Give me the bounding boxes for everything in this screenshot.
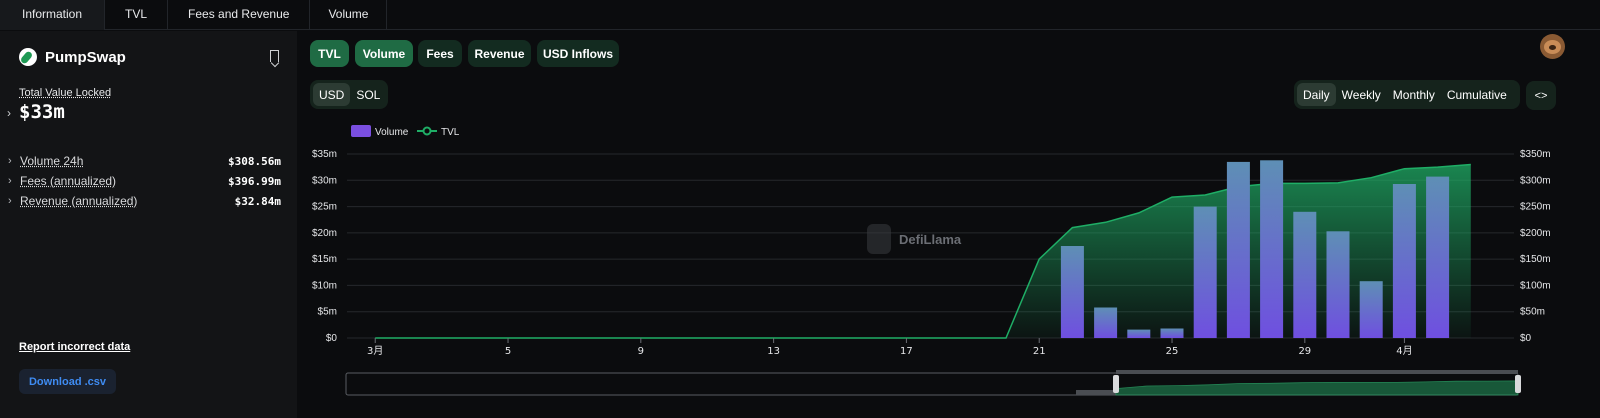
x-tick-label: 21 bbox=[1033, 346, 1046, 357]
x-tick-label: 5 bbox=[505, 346, 511, 357]
grouping-daily[interactable]: Daily bbox=[1297, 83, 1336, 106]
tab-information[interactable]: Information bbox=[0, 0, 106, 30]
zoom-outside-strip bbox=[1076, 390, 1116, 395]
defillama-watermark: DefiLlama bbox=[867, 224, 962, 254]
right-tick-label: $200m bbox=[1520, 228, 1551, 239]
x-axis: 3月 5 9 13 17 21 25 29 4月 bbox=[367, 338, 1413, 357]
right-tick-label: $300m bbox=[1520, 175, 1551, 186]
download-csv-button[interactable]: Download .csv bbox=[19, 369, 116, 394]
volume-bar bbox=[1392, 184, 1416, 338]
metric-label: Volume 24h bbox=[20, 154, 84, 168]
chevron-right-icon: › bbox=[8, 195, 12, 207]
volume-bar bbox=[1193, 206, 1217, 338]
left-tick-label: $15m bbox=[312, 254, 337, 265]
volume-bar bbox=[1226, 161, 1250, 338]
right-tick-label: $150m bbox=[1520, 254, 1551, 265]
x-tick-label: 4月 bbox=[1396, 345, 1412, 357]
tvl-value: $33m bbox=[19, 101, 65, 123]
metric-value: $308.56m bbox=[228, 154, 281, 168]
top-tab-bar: Information TVL Fees and Revenue Volume bbox=[0, 0, 1600, 30]
right-tick-label: $0 bbox=[1520, 333, 1532, 344]
llama-logo-icon bbox=[867, 224, 891, 254]
tab-volume[interactable]: Volume bbox=[310, 0, 388, 30]
legend-tvl-label: TVL bbox=[441, 127, 460, 138]
left-tick-label: $10m bbox=[312, 280, 337, 291]
metric-label: Fees (annualized) bbox=[20, 174, 117, 188]
tab-tvl[interactable]: TVL bbox=[105, 0, 169, 30]
zoom-window-bar bbox=[1116, 370, 1518, 374]
x-tick-label: 25 bbox=[1166, 346, 1179, 357]
metric-volume-24h[interactable]: › Volume 24h $308.56m bbox=[8, 152, 281, 170]
toggle-tvl[interactable]: TVL bbox=[310, 40, 349, 67]
report-incorrect-data-link[interactable]: Report incorrect data bbox=[19, 341, 130, 353]
left-tick-label: $25m bbox=[312, 202, 337, 213]
user-avatar[interactable] bbox=[1540, 34, 1565, 59]
legend-volume-label: Volume bbox=[375, 127, 409, 138]
x-tick-label: 3月 bbox=[367, 345, 383, 357]
grouping-cumulative[interactable]: Cumulative bbox=[1441, 83, 1513, 106]
x-tick-label: 13 bbox=[767, 346, 780, 357]
grouping-weekly[interactable]: Weekly bbox=[1336, 83, 1387, 106]
right-tick-label: $100m bbox=[1520, 280, 1551, 291]
toggle-volume[interactable]: Volume bbox=[355, 40, 413, 67]
left-tick-label: $35m bbox=[312, 149, 337, 160]
bookmark-icon[interactable] bbox=[270, 50, 279, 62]
left-tick-label: $5m bbox=[318, 307, 337, 318]
volume-bar bbox=[1160, 328, 1184, 338]
left-axis: $0 $5m $10m $15m $20m $25m $30m $35m bbox=[312, 149, 337, 344]
volume-bar bbox=[1293, 211, 1317, 338]
volume-bar bbox=[1060, 246, 1084, 338]
right-tick-label: $250m bbox=[1520, 202, 1551, 213]
pumpswap-logo-icon bbox=[19, 48, 37, 66]
zoom-left-handle bbox=[1113, 375, 1119, 393]
embed-code-button[interactable]: <> bbox=[1526, 81, 1556, 110]
zoom-right-handle bbox=[1515, 375, 1521, 393]
zoom-slider[interactable] bbox=[345, 370, 1521, 396]
protocol-brand: PumpSwap bbox=[19, 48, 126, 66]
toggle-revenue[interactable]: Revenue bbox=[468, 40, 531, 67]
toggle-fees[interactable]: Fees bbox=[418, 40, 462, 67]
volume-bar bbox=[1094, 307, 1118, 338]
volume-bar bbox=[1359, 281, 1383, 338]
metric-value: $396.99m bbox=[228, 174, 281, 188]
chart-legend[interactable]: Volume TVL bbox=[351, 125, 460, 138]
volume-bar bbox=[1426, 176, 1450, 338]
chevron-right-icon: › bbox=[8, 155, 12, 167]
left-tick-label: $20m bbox=[312, 228, 337, 239]
x-tick-label: 17 bbox=[900, 346, 913, 357]
right-axis: $0 $50m $100m $150m $200m $250m $300m $350m bbox=[1520, 149, 1551, 344]
metric-revenue-annualized[interactable]: › Revenue (annualized) $32.84m bbox=[8, 192, 281, 210]
volume-bar bbox=[1326, 231, 1350, 338]
metric-label: Revenue (annualized) bbox=[20, 194, 138, 208]
legend-volume-swatch bbox=[351, 125, 371, 137]
right-tick-label: $350m bbox=[1520, 149, 1551, 160]
watermark-text: DefiLlama bbox=[899, 232, 962, 247]
tvl-expand-chevron-icon[interactable]: › bbox=[7, 106, 11, 120]
denomination-selector: USD SOL bbox=[310, 80, 388, 109]
tab-fees-and-revenue[interactable]: Fees and Revenue bbox=[168, 0, 311, 30]
right-tick-label: $50m bbox=[1520, 307, 1545, 318]
metric-value: $32.84m bbox=[234, 194, 281, 208]
protocol-name: PumpSwap bbox=[45, 48, 126, 66]
denomination-usd[interactable]: USD bbox=[313, 83, 351, 106]
left-tick-label: $30m bbox=[312, 175, 337, 186]
volume-bar bbox=[1127, 329, 1151, 338]
grouping-monthly[interactable]: Monthly bbox=[1387, 83, 1441, 106]
legend-tvl-marker bbox=[422, 126, 432, 136]
toggle-usd-inflows[interactable]: USD Inflows bbox=[537, 40, 619, 67]
left-tick-label: $0 bbox=[326, 333, 338, 344]
volume-bar bbox=[1260, 160, 1284, 338]
metric-fees-annualized[interactable]: › Fees (annualized) $396.99m bbox=[8, 172, 281, 190]
x-tick-label: 29 bbox=[1298, 346, 1311, 357]
x-tick-label: 9 bbox=[638, 346, 644, 357]
tvl-label[interactable]: Total Value Locked bbox=[19, 87, 111, 99]
chevron-right-icon: › bbox=[8, 175, 12, 187]
volume-tvl-chart: $0 $5m $10m $15m $20m $25m $30m $35m $0 $50m $100… bbox=[312, 125, 1551, 396]
grouping-selector: Daily Weekly Monthly Cumulative bbox=[1294, 80, 1520, 109]
denomination-sol[interactable]: SOL bbox=[350, 83, 386, 106]
